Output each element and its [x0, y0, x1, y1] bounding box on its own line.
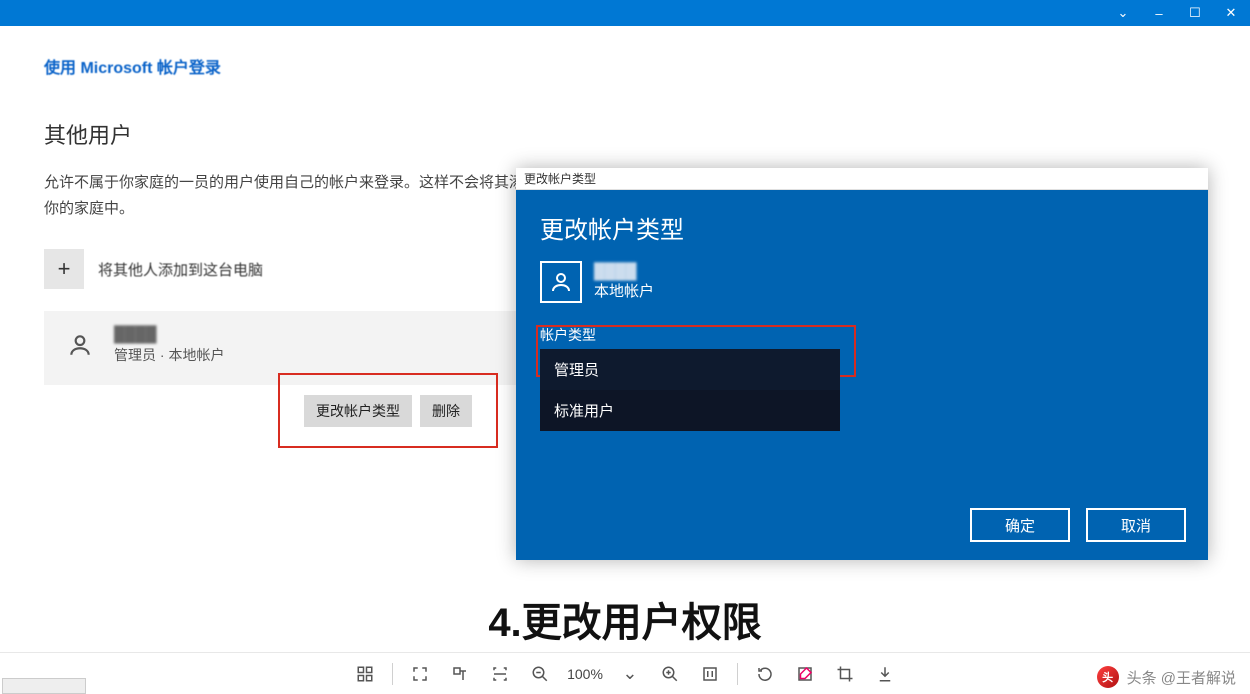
cancel-button[interactable]: 取消	[1086, 508, 1186, 542]
option-standard-user[interactable]: 标准用户	[540, 390, 840, 431]
grid-icon[interactable]	[348, 657, 382, 691]
other-users-description: 允许不属于你家庭的一员的用户使用自己的帐户来登录。这样不会将其添加到你的家庭中。	[44, 170, 564, 221]
viewer-toolbar: 100% ⌄	[0, 652, 1250, 694]
step-caption: 4.更改用户权限	[0, 590, 1250, 648]
minimize-button[interactable]: –	[1148, 4, 1170, 22]
edit-icon[interactable]	[788, 657, 822, 691]
zoom-out-icon[interactable]	[523, 657, 557, 691]
titlebar: ⌄ – ☐ ✕	[0, 0, 1250, 26]
scan-icon[interactable]	[483, 657, 517, 691]
maximize-button[interactable]: ☐	[1184, 4, 1206, 22]
actual-size-icon[interactable]	[693, 657, 727, 691]
plus-icon[interactable]: +	[44, 249, 84, 289]
zoom-percent[interactable]: 100%	[563, 666, 607, 682]
user-name: ████	[114, 326, 224, 343]
download-icon[interactable]	[868, 657, 902, 691]
close-button[interactable]: ✕	[1220, 4, 1242, 22]
rotate-icon[interactable]	[748, 657, 782, 691]
watermark-logo-icon: 头	[1097, 666, 1119, 688]
user-role: 管理员 · 本地帐户	[114, 345, 224, 365]
watermark: 头 头条 @王者解说	[1097, 666, 1236, 688]
highlight-box-1: 更改帐户类型 删除	[278, 373, 498, 448]
microsoft-sign-in-link[interactable]: 使用 Microsoft 帐户登录	[44, 54, 1206, 78]
watermark-text: 头条 @王者解说	[1127, 667, 1236, 688]
user-info: ████ 管理员 · 本地帐户	[114, 326, 224, 365]
ok-button[interactable]: 确定	[970, 508, 1070, 542]
change-account-type-button[interactable]: 更改帐户类型	[304, 395, 412, 427]
viewer-window: ⌄ – ☐ ✕ 使用 Microsoft 帐户登录 其他用户 允许不属于你家庭的…	[0, 0, 1250, 694]
dialog-user-name: ████	[594, 263, 654, 280]
add-user-label: 将其他人添加到这台电脑	[98, 259, 263, 280]
change-account-type-dialog: 更改帐户类型 更改帐户类型 ████ 本地帐户 帐户类型 管理员 标准用户	[516, 168, 1208, 560]
dropdown-icon[interactable]: ⌄	[1112, 4, 1134, 22]
thumbnail-strip[interactable]	[2, 678, 86, 694]
ocr-icon[interactable]	[443, 657, 477, 691]
dialog-titlebar: 更改帐户类型	[516, 168, 1208, 190]
dialog-heading: 更改帐户类型	[540, 210, 1184, 245]
crop-icon[interactable]	[828, 657, 862, 691]
dialog-avatar-icon	[540, 261, 582, 303]
delete-button[interactable]: 删除	[420, 395, 472, 427]
dialog-user-type: 本地帐户	[594, 280, 654, 301]
other-users-heading: 其他用户	[44, 118, 1206, 150]
dialog-user-row: ████ 本地帐户	[540, 261, 1184, 303]
option-administrator[interactable]: 管理员	[540, 349, 840, 390]
zoom-dropdown-icon[interactable]: ⌄	[613, 657, 647, 691]
zoom-in-icon[interactable]	[653, 657, 687, 691]
fullscreen-icon[interactable]	[403, 657, 437, 691]
user-avatar-icon	[60, 325, 100, 365]
account-type-dropdown[interactable]: 管理员 标准用户	[540, 349, 1184, 431]
